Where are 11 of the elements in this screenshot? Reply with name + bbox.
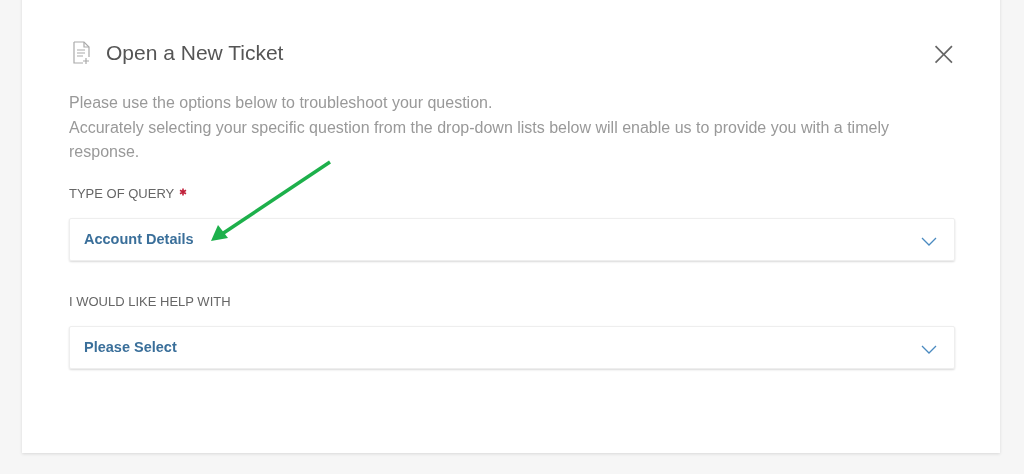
field-label: TYPE OF QUERY xyxy=(69,186,175,201)
close-button[interactable]: × xyxy=(929,40,958,66)
dropdown-select[interactable]: Account Details xyxy=(69,217,955,261)
dialog-title: Open a New Ticket xyxy=(106,41,285,65)
chevron-down-icon xyxy=(921,236,937,246)
dropdown-select[interactable]: Please Select xyxy=(69,325,955,369)
document-plus-icon xyxy=(72,41,92,65)
intro-text: Accurately selecting your specific question from the drop-down lists below will enable us to provide you with a timely response. xyxy=(69,117,890,162)
intro-text: Please use the options below to troubleshoot your question. xyxy=(69,93,494,113)
field-label: I WOULD LIKE HELP WITH xyxy=(69,294,231,309)
chevron-down-icon xyxy=(921,344,937,354)
